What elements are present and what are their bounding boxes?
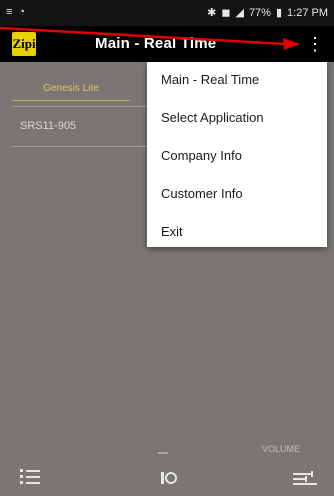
status-left: ≡ ◔ bbox=[6, 6, 25, 18]
record-icon[interactable] bbox=[157, 469, 179, 487]
battery-icon: ▮ bbox=[275, 7, 283, 19]
menu-item-exit[interactable]: Exit bbox=[161, 224, 183, 239]
mute-icon: ◼ bbox=[221, 7, 231, 19]
signal-icon: ◢ bbox=[235, 7, 244, 19]
menu-item-select-application[interactable]: Select Application bbox=[161, 110, 264, 125]
notification-icon: ≡ bbox=[6, 6, 13, 18]
overflow-menu-button[interactable]: ⋮ bbox=[306, 34, 324, 54]
app-screen: ≡ ◔ ✱ ◼ ◢ 77% ▮ 1:27 PM Zipi Main - Real… bbox=[0, 0, 334, 496]
status-time: 1:27 PM bbox=[287, 6, 328, 19]
wifi-icon: ◔ bbox=[18, 6, 26, 18]
serial-item[interactable]: SRS11-905 bbox=[20, 120, 76, 132]
list-icon[interactable] bbox=[18, 466, 42, 488]
settings-icon[interactable] bbox=[290, 469, 320, 487]
menu-item-customer-info[interactable]: Customer Info bbox=[161, 186, 243, 201]
app-bar: Zipi Main - Real Time ⋮ bbox=[0, 26, 334, 62]
bottom-tick bbox=[158, 452, 168, 454]
app-logo: Zipi bbox=[12, 32, 36, 56]
menu-item-company-info[interactable]: Company Info bbox=[161, 148, 242, 163]
device-item[interactable]: Genesis Lite bbox=[12, 76, 130, 101]
battery-percent: 77% bbox=[248, 6, 271, 19]
status-right: ✱ ◼ ◢ 77% ▮ 1:27 PM bbox=[207, 6, 328, 20]
overflow-menu: Main - Real Time Select Application Comp… bbox=[147, 62, 327, 247]
bottom-label: VOLUME bbox=[261, 444, 300, 454]
menu-item-main-real-time[interactable]: Main - Real Time bbox=[161, 72, 259, 87]
bluetooth-icon: ✱ bbox=[207, 7, 217, 19]
page-title: Main - Real Time bbox=[95, 35, 217, 52]
status-bar: ≡ ◔ ✱ ◼ ◢ 77% ▮ 1:27 PM bbox=[0, 0, 334, 26]
